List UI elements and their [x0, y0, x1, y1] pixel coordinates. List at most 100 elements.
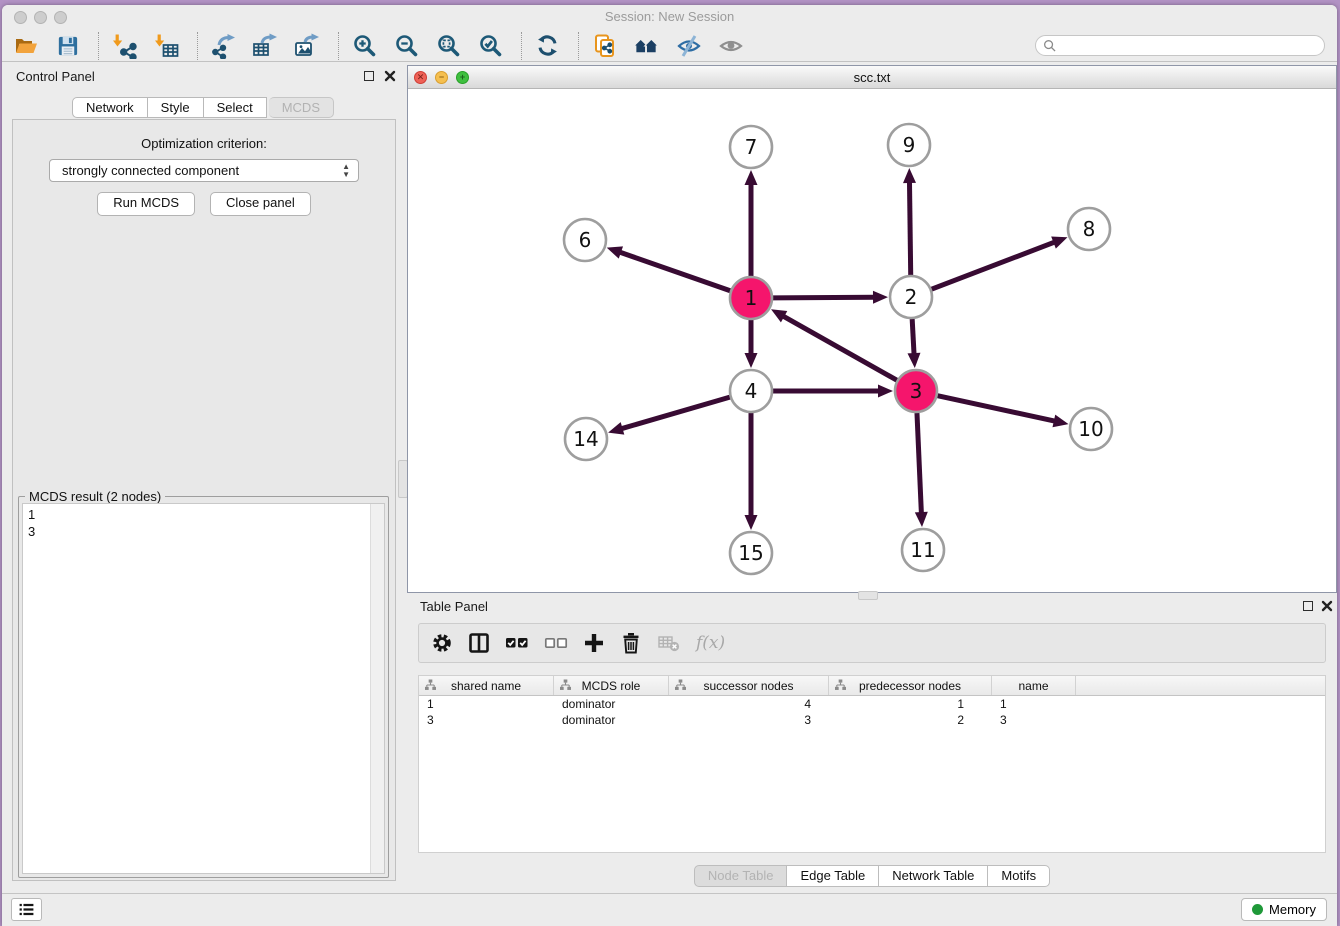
result-scrollbar[interactable]	[370, 504, 384, 873]
network-window-title-bar[interactable]: ✕ − + scc.txt	[408, 66, 1336, 89]
column-header-MCDS-role[interactable]: MCDS role	[554, 676, 669, 695]
tab-edge-table[interactable]: Edge Table	[787, 865, 879, 887]
close-panel-button[interactable]: Close panel	[210, 192, 311, 216]
close-table-panel-icon[interactable]	[1321, 600, 1333, 612]
close-panel-icon[interactable]	[384, 70, 396, 82]
node-2[interactable]: 2	[890, 276, 932, 318]
search-input[interactable]	[1060, 38, 1324, 54]
edge-3-10[interactable]	[937, 396, 1068, 428]
task-history-button[interactable]	[11, 898, 42, 921]
zoom-out-icon[interactable]	[393, 32, 420, 59]
refresh-layout-icon[interactable]	[534, 32, 561, 59]
edge-4-3[interactable]	[773, 385, 893, 398]
toolbar-separator	[338, 32, 339, 60]
edge-1-2[interactable]	[773, 291, 888, 304]
edge-1-4[interactable]	[745, 320, 758, 368]
export-image-icon[interactable]	[294, 32, 321, 59]
table-row[interactable]: 1dominator411	[419, 696, 1325, 712]
table-cell[interactable]: dominator	[554, 712, 669, 728]
table-cell[interactable]: 4	[669, 696, 829, 712]
delete-column-trash-icon[interactable]	[620, 631, 642, 655]
toolbar-separator	[197, 32, 198, 60]
unselect-all-icon[interactable]	[544, 631, 568, 655]
node-15[interactable]: 15	[730, 532, 772, 574]
column-header-predecessor-nodes[interactable]: predecessor nodes	[829, 676, 992, 695]
zoom-in-icon[interactable]	[351, 32, 378, 59]
column-header-shared-name[interactable]: shared name	[419, 676, 554, 695]
edge-2-8[interactable]	[932, 236, 1068, 289]
edge-1-7[interactable]	[745, 170, 758, 276]
tab-style[interactable]: Style	[148, 97, 204, 118]
mcds-result-title: MCDS result (2 nodes)	[25, 489, 165, 504]
node-4[interactable]: 4	[730, 370, 772, 412]
float-table-panel-icon[interactable]	[1303, 601, 1313, 611]
node-6[interactable]: 6	[564, 219, 606, 261]
node-11[interactable]: 11	[902, 529, 944, 571]
node-10[interactable]: 10	[1070, 408, 1112, 450]
namespace-icon	[675, 679, 686, 694]
node-1[interactable]: 1	[730, 277, 772, 319]
add-column-icon[interactable]	[583, 631, 605, 655]
node-14[interactable]: 14	[565, 418, 607, 460]
edge-1-6[interactable]	[607, 246, 731, 290]
svg-text:11: 11	[910, 538, 935, 562]
namespace-icon	[560, 679, 571, 694]
open-session-icon[interactable]	[12, 32, 39, 59]
export-table-icon[interactable]	[252, 32, 279, 59]
zoom-fit-icon[interactable]	[435, 32, 462, 59]
svg-text:3: 3	[910, 379, 923, 403]
save-session-icon[interactable]	[54, 32, 81, 59]
node-3[interactable]: 3	[895, 370, 937, 412]
edge-3-1[interactable]	[771, 309, 897, 380]
svg-text:8: 8	[1083, 217, 1096, 241]
tab-motifs[interactable]: Motifs	[988, 865, 1050, 887]
table-cell[interactable]: dominator	[554, 696, 669, 712]
table-cell[interactable]: 3	[419, 712, 554, 728]
tab-mcds[interactable]: MCDS	[269, 97, 334, 118]
column-layout-icon[interactable]	[468, 631, 490, 655]
zoom-selected-icon[interactable]	[477, 32, 504, 59]
namespace-icon	[835, 679, 846, 694]
tab-network-table[interactable]: Network Table	[879, 865, 988, 887]
node-8[interactable]: 8	[1068, 208, 1110, 250]
network-canvas[interactable]: 7 9 6 8 1 2 4 3 14 10 15 11	[408, 89, 1336, 592]
table-cell[interactable]: 1	[419, 696, 554, 712]
node-7[interactable]: 7	[730, 126, 772, 168]
table-cell[interactable]: 1	[992, 696, 1076, 712]
settings-gear-icon[interactable]	[431, 631, 453, 655]
column-header-successor-nodes[interactable]: successor nodes	[669, 676, 829, 695]
export-network-icon[interactable]	[210, 32, 237, 59]
tab-select[interactable]: Select	[204, 97, 267, 118]
node-9[interactable]: 9	[888, 124, 930, 166]
memory-label: Memory	[1269, 902, 1316, 917]
svg-text:9: 9	[903, 133, 916, 157]
column-header-name[interactable]: name	[992, 676, 1076, 695]
clone-network-icon[interactable]	[591, 32, 618, 59]
mcds-result-area[interactable]: 1 3	[22, 503, 385, 874]
show-panels-eye-icon[interactable]	[717, 32, 744, 59]
float-panel-icon[interactable]	[364, 71, 374, 81]
memory-button[interactable]: Memory	[1241, 898, 1327, 921]
edge-3-11[interactable]	[915, 413, 928, 527]
home-view-icon[interactable]	[633, 32, 660, 59]
hide-panels-eye-slash-icon[interactable]	[675, 32, 702, 59]
optimization-criterion-value: strongly connected component	[62, 163, 239, 178]
mcds-panel: Optimization criterion: strongly connect…	[12, 119, 396, 881]
tab-node-table[interactable]: Node Table	[694, 865, 788, 887]
edge-4-14[interactable]	[608, 397, 730, 434]
import-table-icon[interactable]	[153, 32, 180, 59]
edge-4-15[interactable]	[745, 413, 758, 530]
optimization-criterion-select[interactable]: strongly connected component ▲▼	[49, 159, 359, 182]
import-network-icon[interactable]	[111, 32, 138, 59]
edge-2-9[interactable]	[903, 168, 916, 275]
table-row[interactable]: 3dominator323	[419, 712, 1325, 728]
search-field[interactable]	[1035, 35, 1325, 56]
select-all-icon[interactable]	[505, 631, 529, 655]
tab-network[interactable]: Network	[72, 97, 148, 118]
table-cell[interactable]: 1	[829, 696, 992, 712]
table-cell[interactable]: 2	[829, 712, 992, 728]
run-mcds-button[interactable]: Run MCDS	[97, 192, 195, 216]
edge-2-3[interactable]	[907, 319, 920, 368]
table-cell[interactable]: 3	[992, 712, 1076, 728]
table-cell[interactable]: 3	[669, 712, 829, 728]
